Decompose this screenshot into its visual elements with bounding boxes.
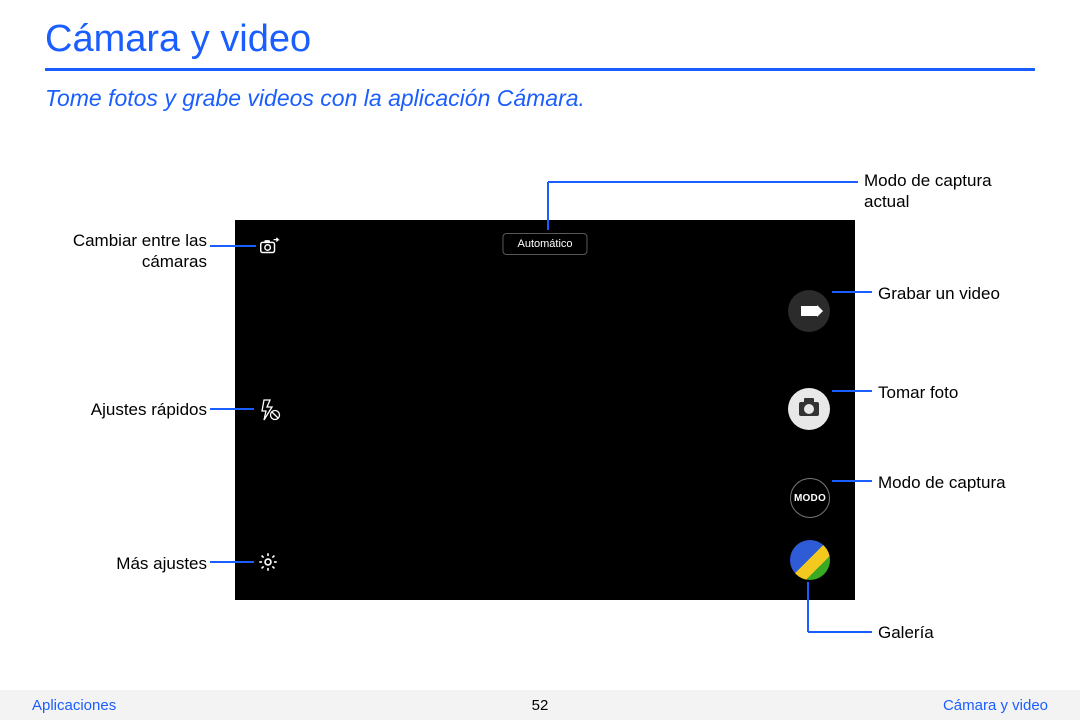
capture-mode-button[interactable]: MODO	[790, 478, 830, 518]
gallery-button[interactable]	[790, 540, 830, 580]
callout-take-photo: Tomar foto	[878, 382, 1048, 403]
manual-page: Cámara y video Tome fotos y grabe videos…	[0, 0, 1080, 720]
flash-auto-icon	[257, 398, 281, 422]
current-mode-label[interactable]: Automático	[502, 233, 587, 255]
camera-app-screenshot: Automático	[235, 220, 855, 600]
modo-button-label: MODO	[794, 493, 826, 504]
video-camera-icon	[801, 306, 817, 316]
take-photo-button[interactable]	[788, 388, 830, 430]
callout-switch-cameras: Cambiar entre las cámaras	[72, 230, 207, 273]
record-video-button[interactable]	[788, 290, 830, 332]
footer-page-number: 52	[532, 697, 549, 714]
gear-icon	[257, 551, 279, 573]
callout-capture-mode: Modo de captura	[878, 472, 1058, 493]
quick-settings-button[interactable]	[256, 397, 282, 423]
switch-camera-icon	[258, 236, 280, 258]
title-rule	[45, 68, 1035, 71]
footer-right[interactable]: Cámara y video	[943, 697, 1048, 714]
callout-current-capture-mode: Modo de captura actual	[864, 170, 1004, 213]
switch-camera-button[interactable]	[257, 235, 281, 259]
camera-icon	[799, 402, 819, 416]
more-settings-button[interactable]	[256, 550, 280, 574]
page-subtitle: Tome fotos y grabe videos con la aplicac…	[45, 85, 585, 112]
callout-quick-settings: Ajustes rápidos	[72, 399, 207, 420]
page-footer: Aplicaciones 52 Cámara y video	[0, 690, 1080, 720]
callout-more-settings: Más ajustes	[95, 553, 207, 574]
callout-gallery: Galería	[878, 622, 1048, 643]
callout-record-video: Grabar un video	[878, 283, 1048, 304]
footer-left[interactable]: Aplicaciones	[32, 697, 116, 714]
page-title: Cámara y video	[45, 18, 311, 61]
